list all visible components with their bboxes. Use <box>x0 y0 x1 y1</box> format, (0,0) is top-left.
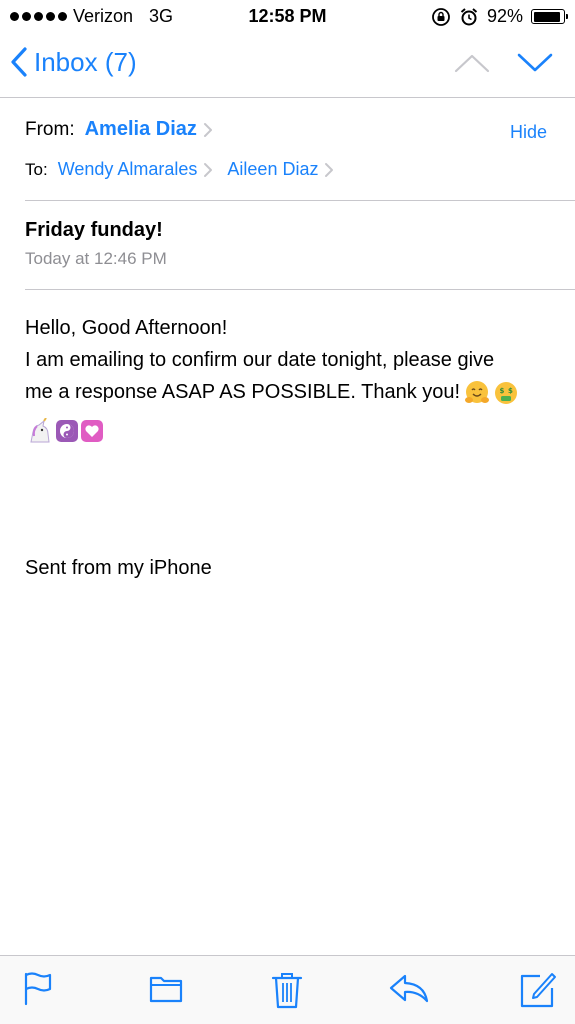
from-label: From: <box>25 118 75 140</box>
navigation-bar: Inbox (7) <box>0 34 575 98</box>
chevron-right-icon <box>203 122 212 137</box>
heart-decoration-emoji-icon <box>81 420 103 442</box>
recipient-name[interactable]: Aileen Diaz <box>227 159 318 180</box>
bottom-toolbar <box>0 955 575 1024</box>
sender-name[interactable]: Amelia Diaz <box>85 118 197 141</box>
battery-level <box>533 11 561 22</box>
hide-button[interactable]: Hide <box>510 122 547 143</box>
folder-icon[interactable] <box>148 970 184 1006</box>
svg-text:$: $ <box>500 387 505 395</box>
money-mouth-face-emoji-icon: $ $ <box>495 381 518 404</box>
chevron-left-icon <box>11 47 27 77</box>
alarm-icon <box>460 7 478 25</box>
header-divider <box>25 200 575 201</box>
battery-percent: 92% <box>486 6 523 26</box>
next-message-chevron-down-icon[interactable] <box>517 52 553 74</box>
emoji-row <box>27 418 103 444</box>
reply-icon[interactable] <box>388 970 430 1006</box>
message-subject: Friday funday! <box>25 219 163 241</box>
emoji-group: $ $ <box>464 380 519 406</box>
unicorn-emoji-icon <box>30 418 50 443</box>
rotation-lock-icon <box>432 7 450 26</box>
status-bar: Verizon 3G 12:58 PM 92% <box>0 0 575 34</box>
body-line: Hello, Good Afternoon! <box>25 317 228 339</box>
svg-text:$: $ <box>508 387 513 395</box>
email-signature: Sent from my iPhone <box>25 557 212 579</box>
chevron-right-icon <box>325 162 334 177</box>
message-body: Hello, Good Afternoon! I am emailing to … <box>25 312 555 408</box>
compose-icon[interactable] <box>518 970 558 1010</box>
recipient-name[interactable]: Wendy Almarales <box>58 159 198 180</box>
body-line-text: me a response ASAP AS POSSIBLE. Thank yo… <box>25 381 461 403</box>
battery-icon <box>531 9 568 24</box>
status-right: 92% <box>431 6 568 27</box>
yin-yang-emoji-icon <box>56 420 78 442</box>
hugging-face-emoji-icon <box>465 380 490 403</box>
back-to-inbox-button[interactable]: Inbox (7) <box>10 46 137 78</box>
from-row: From: Amelia Diaz <box>25 118 213 141</box>
to-row: To: Wendy Almarales Aileen Diaz <box>25 159 334 180</box>
previous-message-chevron-up-icon[interactable] <box>454 52 490 74</box>
message-date: Today at 12:46 PM <box>25 249 167 268</box>
flag-icon[interactable] <box>22 970 54 1006</box>
trash-icon[interactable] <box>270 970 304 1010</box>
to-label: To: <box>25 159 48 179</box>
body-line: I am emailing to confirm our date tonigh… <box>25 349 495 371</box>
body-line-with-emoji: me a response ASAP AS POSSIBLE. Thank yo… <box>25 376 555 408</box>
chevron-right-icon <box>204 162 213 177</box>
subject-divider <box>25 289 575 290</box>
back-label: Inbox (7) <box>34 46 137 77</box>
